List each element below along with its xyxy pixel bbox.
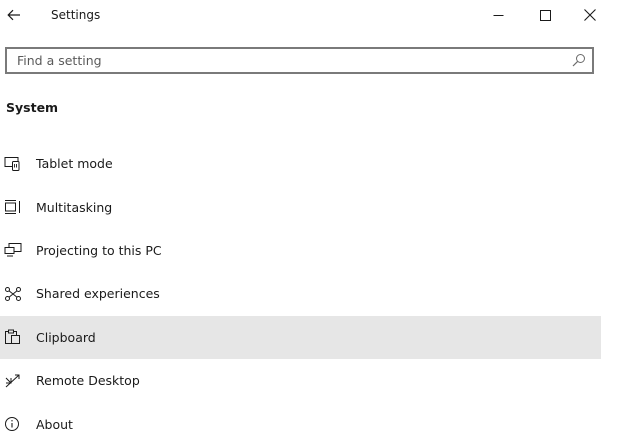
nav-item-shared-experiences[interactable]: Shared experiences — [0, 272, 601, 315]
section-heading: System — [6, 100, 59, 115]
maximize-button[interactable] — [522, 0, 568, 30]
close-button[interactable] — [567, 0, 613, 30]
title-bar: Settings — [0, 0, 619, 32]
nav-item-label: Projecting to this PC — [36, 242, 162, 258]
search-input[interactable] — [7, 49, 567, 72]
window-title: Settings — [51, 8, 101, 22]
search-box — [5, 47, 594, 74]
nav-item-label: Multitasking — [36, 199, 113, 215]
nav-item-label: Shared experiences — [36, 286, 160, 302]
maximize-icon — [539, 9, 551, 21]
minimize-button[interactable] — [475, 0, 521, 30]
nav-item-label: Tablet mode — [36, 156, 113, 172]
projecting-icon — [4, 241, 22, 259]
search-icon[interactable] — [572, 53, 586, 67]
nav-item-label: Remote Desktop — [36, 373, 140, 389]
nav-item-clipboard[interactable]: Clipboard — [0, 315, 601, 359]
settings-window: Settings System — [0, 0, 619, 442]
nav-item-multitasking[interactable]: Multitasking — [0, 185, 601, 228]
remote-desktop-icon — [4, 372, 22, 390]
multitasking-icon — [4, 198, 22, 216]
nav-list: Tablet mode Multitasking Projecting to t… — [0, 142, 601, 442]
minimize-icon — [493, 10, 504, 21]
nav-item-label: About — [36, 416, 73, 432]
close-icon — [584, 9, 596, 21]
nav-item-about[interactable]: About — [0, 402, 601, 442]
nav-item-remote-desktop[interactable]: Remote Desktop — [0, 359, 601, 402]
back-button[interactable] — [2, 2, 26, 28]
nav-item-projecting-to-this-pc[interactable]: Projecting to this PC — [0, 229, 601, 272]
info-icon — [4, 415, 22, 433]
tablet-mode-icon — [4, 155, 22, 173]
shared-experiences-icon — [4, 285, 22, 303]
back-arrow-icon — [7, 9, 21, 21]
nav-item-tablet-mode[interactable]: Tablet mode — [0, 142, 601, 185]
clipboard-icon — [4, 328, 22, 346]
nav-item-label: Clipboard — [36, 329, 96, 345]
